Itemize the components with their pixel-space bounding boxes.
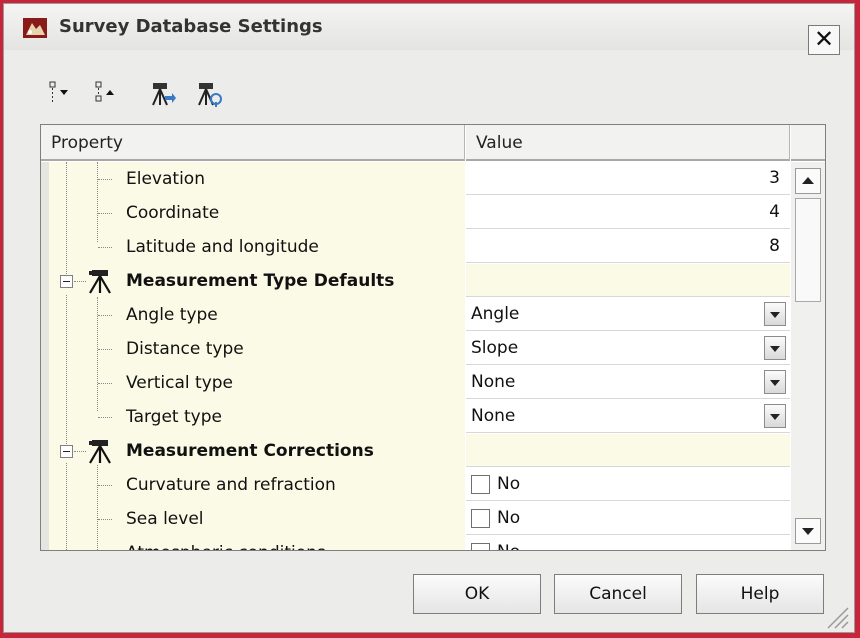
dropdown-arrow-icon[interactable]	[764, 404, 786, 428]
category-label: Measurement Type Defaults	[126, 271, 395, 291]
scroll-down-arrow-icon[interactable]	[795, 518, 821, 544]
property-name-cell: Sea level	[49, 502, 465, 536]
property-name-cell: Distance type	[49, 332, 465, 366]
property-column-header[interactable]: Property	[41, 125, 465, 161]
dropdown-arrow-icon[interactable]	[764, 302, 786, 326]
property-label: Coordinate	[126, 203, 220, 223]
property-row-distance-type[interactable]: Distance type Slope	[49, 332, 790, 366]
checkbox-label: No	[497, 508, 521, 528]
property-value: 4	[769, 202, 780, 222]
expand-all-icon[interactable]	[46, 78, 74, 108]
help-button[interactable]: Help	[696, 574, 824, 614]
property-name-cell: Target type	[49, 400, 465, 434]
survey-database-settings-dialog: Survey Database Settings ✕ Property Valu…	[3, 3, 855, 633]
property-label: Vertical type	[126, 373, 234, 393]
property-row-curvature-refraction[interactable]: Curvature and refraction No	[49, 468, 790, 502]
property-value: 3	[769, 168, 780, 188]
sea-level-field[interactable]: No	[466, 502, 790, 535]
property-row-coordinate[interactable]: Coordinate 4	[49, 196, 790, 230]
property-grid[interactable]: Property Value Elevation 3 Coordinate 4 …	[40, 124, 826, 551]
selected-value: None	[471, 372, 516, 392]
property-name-cell: Atmospheric conditions	[49, 536, 465, 550]
selected-value: Angle	[471, 304, 520, 324]
property-value: 8	[769, 236, 780, 256]
property-row-atmospheric-conditions[interactable]: Atmospheric conditions No	[49, 536, 790, 550]
scroll-up-arrow-icon[interactable]	[795, 168, 821, 194]
ok-button[interactable]: OK	[413, 574, 541, 614]
window-title: Survey Database Settings	[59, 16, 323, 37]
angle-type-select[interactable]: Angle	[466, 298, 790, 331]
property-row-latitude-longitude[interactable]: Latitude and longitude 8	[49, 230, 790, 264]
distance-type-select[interactable]: Slope	[466, 332, 790, 365]
category-measurement-corrections[interactable]: Measurement Corrections	[49, 434, 790, 468]
vertical-type-select[interactable]: None	[466, 366, 790, 399]
survey-instrument-settings-icon[interactable]	[194, 78, 222, 108]
property-label: Sea level	[126, 509, 204, 529]
category-label: Measurement Corrections	[126, 441, 374, 461]
header-filler	[791, 125, 825, 161]
property-label: Curvature and refraction	[126, 475, 336, 495]
property-label: Atmospheric conditions	[126, 536, 326, 550]
category-name-cell: Measurement Corrections	[49, 434, 465, 468]
app-icon	[23, 18, 47, 38]
atmospheric-conditions-checkbox[interactable]	[471, 543, 490, 550]
property-label: Target type	[126, 407, 222, 427]
selected-value: None	[471, 406, 516, 426]
property-row-target-type[interactable]: Target type None	[49, 400, 790, 434]
value-column-header[interactable]: Value	[466, 125, 790, 161]
latitude-longitude-value-field[interactable]: 8	[466, 230, 790, 263]
title-bar[interactable]: Survey Database Settings	[4, 4, 854, 50]
property-label: Elevation	[126, 169, 205, 189]
property-row-sea-level[interactable]: Sea level No	[49, 502, 790, 536]
curvature-refraction-checkbox[interactable]	[471, 475, 490, 494]
atmospheric-conditions-field[interactable]: No	[466, 536, 790, 550]
curvature-refraction-field[interactable]: No	[466, 468, 790, 501]
property-name-cell: Latitude and longitude	[49, 230, 465, 264]
checkbox-label: No	[497, 474, 521, 494]
scroll-thumb[interactable]	[795, 198, 821, 302]
collapse-all-icon[interactable]	[92, 78, 120, 108]
property-name-cell: Curvature and refraction	[49, 468, 465, 502]
dropdown-arrow-icon[interactable]	[764, 336, 786, 360]
category-value-cell	[466, 264, 790, 297]
property-name-cell: Coordinate	[49, 196, 465, 230]
property-name-cell: Elevation	[49, 162, 465, 196]
property-name-cell: Angle type	[49, 298, 465, 332]
target-type-select[interactable]: None	[466, 400, 790, 433]
property-label: Latitude and longitude	[126, 237, 319, 257]
property-label: Angle type	[126, 305, 218, 325]
survey-instrument-import-icon[interactable]	[148, 78, 176, 108]
property-label: Distance type	[126, 339, 244, 359]
property-row-elevation[interactable]: Elevation 3	[49, 162, 790, 196]
property-row-vertical-type[interactable]: Vertical type None	[49, 366, 790, 400]
sea-level-checkbox[interactable]	[471, 509, 490, 528]
selected-value: Slope	[471, 338, 519, 358]
category-measurement-type-defaults[interactable]: Measurement Type Defaults	[49, 264, 790, 298]
vertical-scrollbar[interactable]	[791, 162, 825, 550]
cancel-button[interactable]: Cancel	[554, 574, 682, 614]
property-row-angle-type[interactable]: Angle type Angle	[49, 298, 790, 332]
property-name-cell: Vertical type	[49, 366, 465, 400]
close-button[interactable]: ✕	[808, 25, 840, 55]
dropdown-arrow-icon[interactable]	[764, 370, 786, 394]
category-name-cell: Measurement Type Defaults	[49, 264, 465, 298]
category-value-cell	[466, 434, 790, 467]
resize-grip-icon[interactable]	[822, 602, 850, 630]
checkbox-label: No	[497, 536, 520, 550]
coordinate-value-field[interactable]: 4	[466, 196, 790, 229]
elevation-value-field[interactable]: 3	[466, 162, 790, 195]
